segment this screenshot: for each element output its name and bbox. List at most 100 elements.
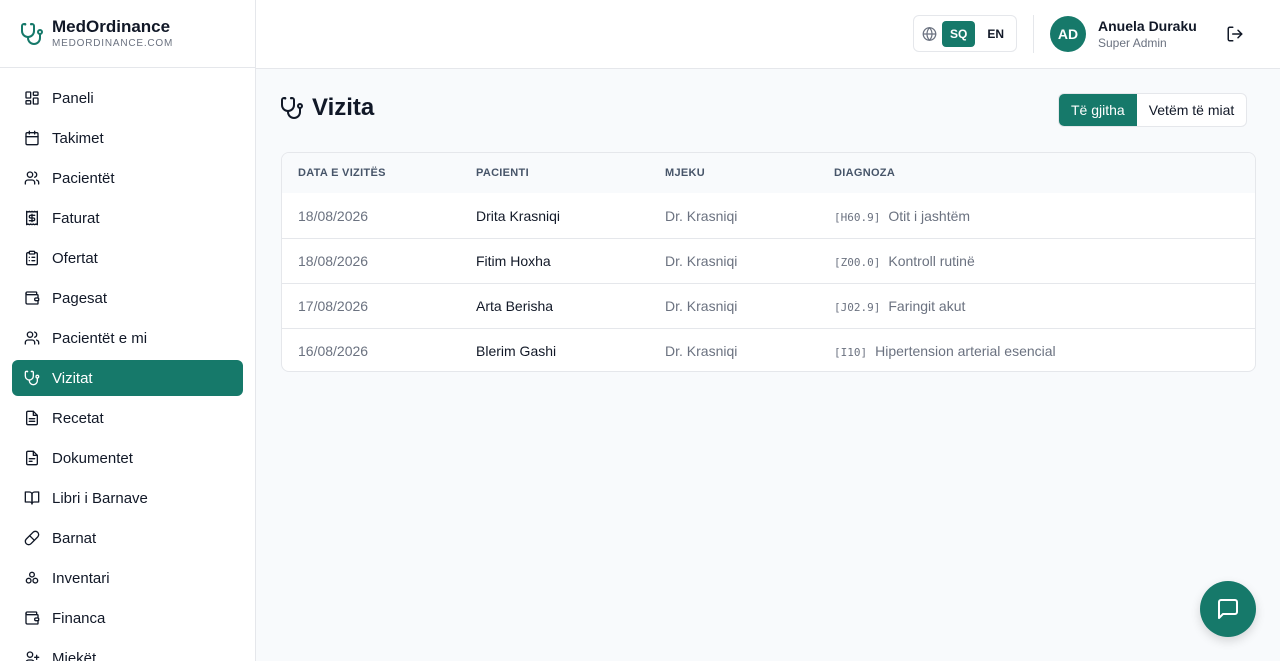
column-header-diagnosis[interactable]: DIAGNOZA: [834, 167, 1255, 179]
doctor-name: Dr. Krasniqi: [665, 298, 738, 314]
visit-date: 18/08/2026: [298, 253, 369, 269]
sidebar-item-vizitat[interactable]: Vizitat: [12, 360, 243, 396]
visit-date: 16/08/2026: [298, 343, 369, 359]
table-body: 18/08/2026 Drita Krasniqi Dr. Krasniqi [H60…: [282, 193, 1255, 371]
file-text-icon: [24, 410, 40, 426]
sidebar-item-label: Takimet: [52, 129, 104, 147]
pill-icon: [24, 530, 40, 546]
sidebar-item-label: Financa: [52, 609, 106, 627]
user-role: Super Admin: [1098, 36, 1167, 50]
table-header: DATA E VIZITËS PACIENTI MJEKU DIAGNOZA: [282, 153, 1255, 193]
wallet-icon: [24, 610, 40, 626]
visit-date: 18/08/2026: [298, 207, 369, 224]
patient-name: Drita Krasniqi: [476, 207, 561, 224]
doctor-name: Dr. Krasniqi: [665, 253, 738, 269]
sidebar-item-barnat[interactable]: Barnat: [12, 520, 243, 556]
calendar-icon: [24, 130, 40, 146]
filter-all-button[interactable]: Të gjitha: [1059, 94, 1137, 126]
brand[interactable]: MedOrdinance MEDORDINANCE.COM: [0, 0, 255, 68]
sidebar: MedOrdinance MEDORDINANCE.COM Paneli Taki…: [0, 0, 256, 661]
column-header-date[interactable]: DATA E VIZITËS: [282, 167, 476, 179]
sidebar-item-label: Pagesat: [52, 289, 108, 307]
brand-domain: MEDORDINANCE.COM: [52, 37, 174, 49]
patient-name: Arta Berisha: [476, 298, 554, 314]
sidebar-item-paneli[interactable]: Paneli: [12, 80, 243, 116]
sidebar-item-libri-i-barnave[interactable]: Libri i Barnave: [12, 480, 243, 516]
stethoscope-logo-icon: [21, 22, 43, 45]
logout-icon[interactable]: [1226, 25, 1244, 43]
file-icon: [24, 450, 40, 466]
chat-button[interactable]: [1200, 581, 1256, 637]
sidebar-item-financa[interactable]: Financa: [12, 600, 243, 636]
diagnosis-code: [I10]: [834, 346, 868, 359]
clipboard-icon: [24, 250, 40, 266]
sidebar-item-pacientët[interactable]: Pacientët: [12, 160, 243, 196]
sidebar-item-takimet[interactable]: Takimet: [12, 120, 243, 156]
stethoscope-icon: [281, 97, 303, 119]
stethoscope-icon: [24, 370, 40, 386]
sidebar-item-label: Inventari: [52, 569, 110, 587]
visits-table: DATA E VIZITËS PACIENTI MJEKU DIAGNOZA 1…: [281, 152, 1256, 372]
invoice-icon: [24, 210, 40, 226]
filter-mine-button[interactable]: Vetëm të miat: [1137, 94, 1247, 126]
boxes-icon: [24, 570, 40, 586]
sidebar-item-recetat[interactable]: Recetat: [12, 400, 243, 436]
book-open-icon: [24, 490, 40, 506]
table-row[interactable]: 16/08/2026 Blerim Gashi Dr. Krasniqi [I10] H…: [282, 328, 1255, 371]
visit-date: 17/08/2026: [298, 298, 369, 314]
diagnosis-text: Faringit akut: [888, 298, 966, 314]
sidebar-item-label: Pacientët e mi: [52, 329, 148, 347]
wallet-icon: [24, 290, 40, 306]
language-sq-button[interactable]: SQ: [941, 20, 976, 47]
topbar-divider: [1033, 15, 1034, 53]
users-icon: [24, 170, 40, 186]
column-header-patient[interactable]: PACIENTI: [476, 167, 665, 179]
page-header: Vizita: [280, 94, 374, 122]
language-en-button[interactable]: EN: [979, 21, 1012, 47]
page-title: Vizita: [312, 94, 375, 121]
sidebar-item-label: Vizitat: [52, 369, 93, 387]
visits-filter-toggle: Të gjitha Vetëm të miat: [1058, 93, 1248, 127]
sidebar-item-label: Mjekët: [52, 649, 97, 661]
sidebar-item-label: Faturat: [52, 209, 100, 227]
diagnosis-code: [Z00.0]: [834, 256, 881, 269]
sidebar-nav: Paneli Takimet Pacientët Faturat Ofertat Page…: [0, 68, 255, 661]
sidebar-item-label: Paneli: [52, 89, 94, 107]
diagnosis-code: [J02.9]: [834, 301, 881, 314]
sidebar-item-label: Libri i Barnave: [52, 489, 148, 507]
users-icon: [24, 330, 40, 346]
table-row[interactable]: 18/08/2026 Fitim Hoxha Dr. Krasniqi [Z00.0]…: [282, 238, 1255, 283]
diagnosis-text: Otit i jashtëm: [888, 207, 971, 224]
diagnosis-code: [H60.9]: [834, 210, 881, 224]
sidebar-item-label: Ofertat: [52, 249, 98, 267]
column-header-doctor[interactable]: MJEKU: [665, 167, 834, 179]
dashboard-grid-icon: [24, 90, 40, 106]
patient-name: Blerim Gashi: [476, 343, 557, 359]
sidebar-item-label: Barnat: [52, 529, 97, 547]
sidebar-item-label: Pacientët: [52, 169, 115, 187]
diagnosis-text: Hipertension arterial esencial: [875, 343, 1056, 359]
patient-name: Fitim Hoxha: [476, 253, 551, 269]
brand-name: MedOrdinance: [52, 16, 171, 36]
doctor-name: Dr. Krasniqi: [665, 343, 738, 359]
sidebar-item-label: Recetat: [52, 409, 104, 427]
user-name: Anuela Duraku: [1098, 18, 1197, 34]
sidebar-item-label: Dokumentet: [52, 449, 133, 467]
sidebar-item-ofertat[interactable]: Ofertat: [12, 240, 243, 276]
message-square-icon: [1218, 599, 1238, 619]
sidebar-item-pagesat[interactable]: Pagesat: [12, 280, 243, 316]
sidebar-item-pacientët-e-mi[interactable]: Pacientët e mi: [12, 320, 243, 356]
sidebar-item-faturat[interactable]: Faturat: [12, 200, 243, 236]
language-switcher: SQ EN: [913, 15, 1017, 52]
doctor-name: Dr. Krasniqi: [665, 207, 738, 224]
topbar: SQ EN AD Anuela Duraku Super Admin: [256, 0, 1280, 69]
avatar[interactable]: AD: [1050, 16, 1086, 52]
sidebar-item-dokumentet[interactable]: Dokumentet: [12, 440, 243, 476]
globe-icon: [922, 26, 937, 41]
user-doctor-icon: [24, 650, 40, 661]
table-row[interactable]: 17/08/2026 Arta Berisha Dr. Krasniqi [J02.9…: [282, 283, 1255, 328]
sidebar-item-inventari[interactable]: Inventari: [12, 560, 243, 596]
table-row[interactable]: 18/08/2026 Drita Krasniqi Dr. Krasniqi [H60…: [282, 193, 1255, 238]
sidebar-item-mjekët[interactable]: Mjekët: [12, 640, 243, 661]
diagnosis-text: Kontroll rutinë: [888, 253, 975, 269]
